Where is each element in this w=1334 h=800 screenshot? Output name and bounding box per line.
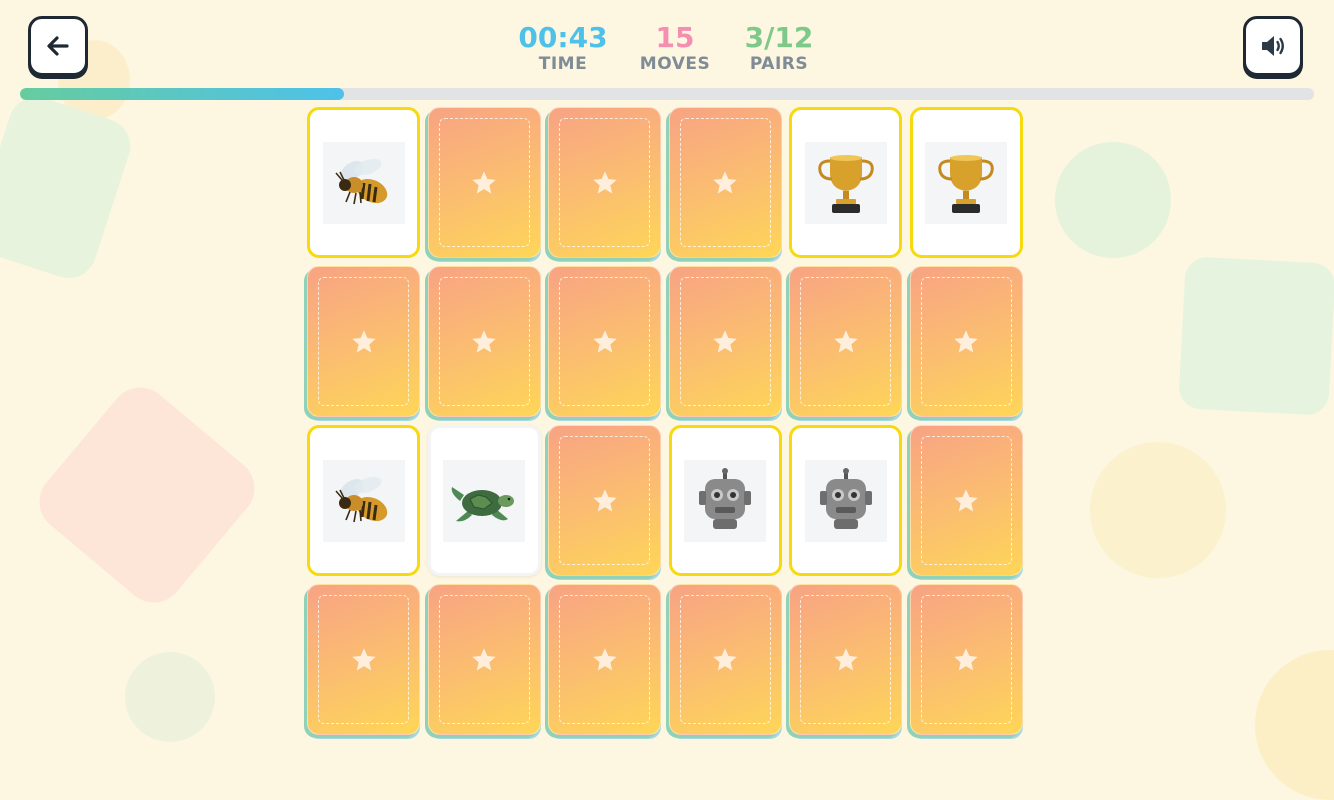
bee-icon [322,459,405,542]
moves-value: 15 [655,21,695,54]
card-facedown[interactable] [427,107,541,258]
card-facedown[interactable] [909,425,1023,576]
card-matched-robot[interactable] [789,425,902,576]
moves-stat: 15 MOVES [615,21,735,75]
card-matched-trophy[interactable] [789,107,902,258]
star-icon [351,647,376,670]
card-facedown[interactable] [668,266,782,417]
star-icon [713,329,737,352]
star-icon [351,329,376,352]
star-icon [592,329,617,352]
time-label: TIME [538,54,588,74]
card-matched-trophy[interactable] [909,107,1023,258]
time-value: 00:43 [518,21,608,54]
star-icon [713,170,737,193]
trophy-icon [804,141,887,224]
pairs-label: PAIRS [749,54,809,74]
card-facedown[interactable] [548,584,661,735]
star-icon [713,647,737,670]
card-grid [307,107,1027,737]
card-facedown[interactable] [427,584,541,735]
turtle-icon [443,459,525,542]
card-flipped-turtle[interactable] [427,425,541,576]
card-facedown[interactable] [789,584,902,735]
card-facedown[interactable] [789,266,902,417]
pairs-value: 3/12 [744,21,814,54]
card-matched-bee[interactable] [307,107,420,258]
time-stat: 00:43 TIME [503,21,623,75]
trophy-icon [925,141,1007,224]
card-facedown[interactable] [307,584,420,735]
robot-icon [804,459,887,542]
progress-fill [20,88,344,100]
star-icon [954,488,978,511]
star-icon [592,170,617,193]
star-icon [472,329,496,352]
card-facedown[interactable] [668,107,782,258]
pairs-stat: 3/12 PAIRS [719,21,839,75]
card-facedown[interactable] [668,584,782,735]
star-icon [592,488,617,511]
card-matched-bee[interactable] [307,425,420,576]
stats-bar: 00:43 TIME 15 MOVES 3/12 PAIRS [0,22,1334,82]
star-icon [954,647,978,670]
progress-bar [20,88,1314,100]
card-facedown[interactable] [548,425,661,576]
moves-label: MOVES [639,54,711,74]
card-facedown[interactable] [909,584,1023,735]
card-facedown[interactable] [909,266,1023,417]
card-facedown[interactable] [548,107,661,258]
star-icon [472,647,496,670]
robot-icon [684,459,766,542]
star-icon [833,647,858,670]
card-matched-robot[interactable] [668,425,782,576]
star-icon [954,329,978,352]
card-facedown[interactable] [307,266,420,417]
star-icon [592,647,617,670]
bee-icon [322,141,405,224]
card-facedown[interactable] [427,266,541,417]
card-facedown[interactable] [548,266,661,417]
star-icon [833,329,858,352]
star-icon [472,170,496,193]
